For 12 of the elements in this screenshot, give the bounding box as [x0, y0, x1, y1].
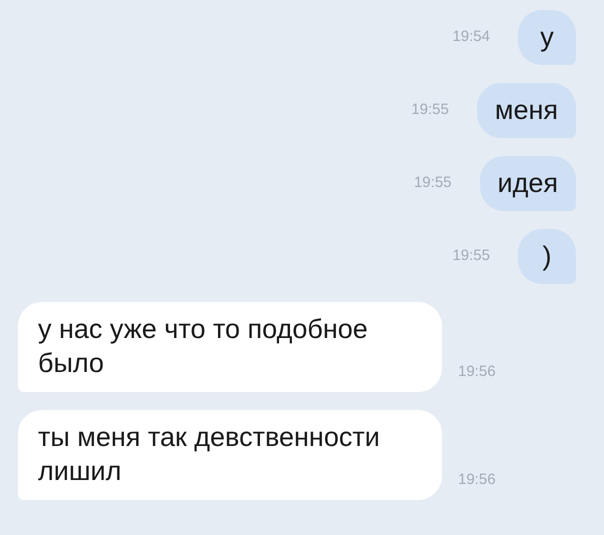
message-time: 19:55: [411, 101, 449, 118]
sent-message-bubble: у: [518, 10, 576, 65]
sent-message-bubble: идея: [480, 156, 576, 211]
message-time: 19:55: [452, 247, 490, 264]
message-time: 19:55: [414, 174, 452, 191]
sent-message-bubble: меня: [476, 83, 576, 138]
sent-message-bubble: ): [518, 229, 576, 284]
message-time: 19:56: [458, 471, 496, 488]
message-time: 19:56: [458, 363, 496, 380]
message-time: 19:54: [452, 28, 490, 45]
received-message-bubble: у нас уже что то подобное было: [18, 302, 442, 392]
received-message-bubble: ты меня так девственности лишил: [18, 410, 442, 500]
